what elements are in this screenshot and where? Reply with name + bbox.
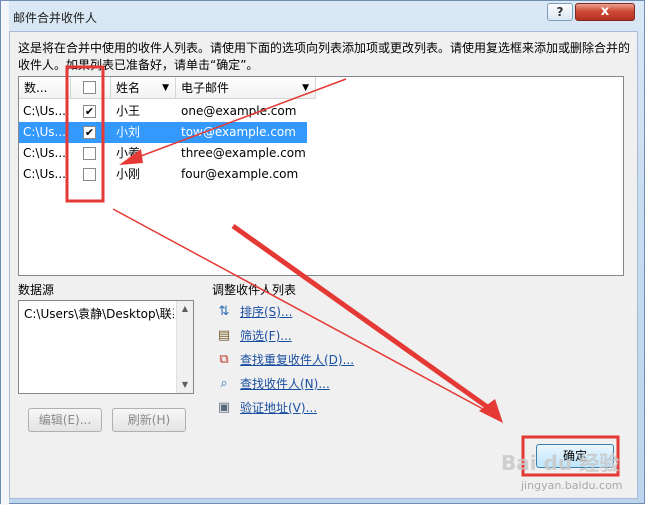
filter-link-text[interactable]: 筛选(F)...	[240, 327, 292, 345]
duplicates-icon: ⧉	[219, 352, 229, 367]
dialog-window: 邮件合并收件人 ? x 这是将在合并中使用的收件人列表。请使用下面的选项向列表添…	[0, 0, 645, 505]
row-source: C:\Us...	[23, 125, 66, 139]
scroll-up-icon[interactable]: ▲	[177, 301, 193, 317]
row-name: 小刚	[116, 167, 141, 181]
row-name: 小刘	[116, 125, 141, 139]
datasource-item[interactable]: C:\Users\袁静\Desktop\联系人.xlsx	[24, 305, 174, 322]
table-row[interactable]: C:\Us... 小刚 four@example.com	[19, 164, 307, 185]
row-email: tow@example.com	[181, 125, 296, 139]
row-name: 小姜	[116, 146, 141, 160]
row-source: C:\Us...	[23, 146, 66, 160]
row-email: four@example.com	[181, 167, 299, 181]
description-text: 这是将在合并中使用的收件人列表。请使用下面的选项向列表添加项或更改列表。请使用复…	[18, 41, 631, 72]
watermark-url: jingyan.baidu.com	[521, 479, 623, 492]
dialog-body: 这是将在合并中使用的收件人列表。请使用下面的选项向列表添加项或更改列表。请使用复…	[9, 31, 638, 499]
table-row[interactable]: C:\Us... 小姜 three@example.com	[19, 143, 307, 164]
scroll-down-icon[interactable]: ▼	[177, 377, 193, 393]
find-icon: ⌕	[220, 376, 228, 391]
refine-list-label: 调整收件人列表	[212, 283, 297, 297]
sort-icon: ⇅	[218, 304, 230, 319]
column-header-name-label: 姓名	[116, 81, 141, 95]
background-strip	[1, 1, 9, 505]
column-header-email[interactable]: 电子邮件 ▼	[176, 77, 316, 99]
datasource-label: 数据源	[18, 283, 55, 297]
datasource-list[interactable]: C:\Users\袁静\Desktop\联系人.xlsx ▲ ▼	[18, 300, 194, 394]
row-name: 小王	[116, 104, 141, 118]
find-recipient-link-text[interactable]: 查找收件人(N)...	[240, 375, 330, 393]
table-row[interactable]: C:\Us... ✔ 小王 one@example.com	[19, 101, 307, 122]
column-header-source-label: 数...	[24, 81, 48, 95]
recipient-list[interactable]: 数... 姓名 ▼ 电子邮件 ▼ C:\Us... ✔ 小王 one@examp…	[18, 76, 624, 276]
close-button[interactable]: x	[575, 3, 635, 21]
column-header-source[interactable]: 数...	[19, 77, 71, 99]
column-header-checkbox[interactable]	[71, 77, 111, 99]
row-source: C:\Us...	[23, 167, 66, 181]
refresh-button[interactable]: 刷新(H)	[112, 408, 186, 432]
row-checkbox[interactable]: ✔	[83, 105, 96, 118]
chevron-down-icon[interactable]: ▼	[162, 77, 169, 99]
chevron-down-icon[interactable]: ▼	[302, 77, 309, 99]
column-header-email-label: 电子邮件	[181, 81, 230, 95]
title-bar[interactable]: 邮件合并收件人 ? x	[1, 1, 645, 31]
datasource-scrollbar[interactable]: ▲ ▼	[176, 301, 193, 393]
find-duplicates-link-text[interactable]: 查找重复收件人(D)...	[240, 351, 354, 369]
row-email: one@example.com	[181, 104, 297, 118]
column-header-name[interactable]: 姓名 ▼	[111, 77, 176, 99]
filter-icon: ▤	[217, 328, 231, 343]
row-checkbox[interactable]	[83, 168, 96, 181]
row-checkbox[interactable]	[83, 147, 96, 160]
row-source: C:\Us...	[23, 104, 66, 118]
row-checkbox[interactable]: ✔	[83, 126, 96, 139]
window-title: 邮件合并收件人	[13, 11, 98, 25]
watermark-logo: Bai du 经验	[501, 451, 620, 475]
table-row[interactable]: C:\Us... ✔ 小刘 tow@example.com	[19, 122, 307, 143]
help-button[interactable]: ?	[547, 3, 573, 21]
select-all-checkbox[interactable]	[83, 81, 96, 94]
row-email: three@example.com	[181, 146, 306, 160]
edit-button[interactable]: 编辑(E)...	[28, 408, 102, 432]
validate-address-link-text[interactable]: 验证地址(V)...	[240, 399, 317, 417]
sort-link-text[interactable]: 排序(S)...	[240, 303, 292, 321]
validate-icon: ▣	[217, 400, 231, 415]
